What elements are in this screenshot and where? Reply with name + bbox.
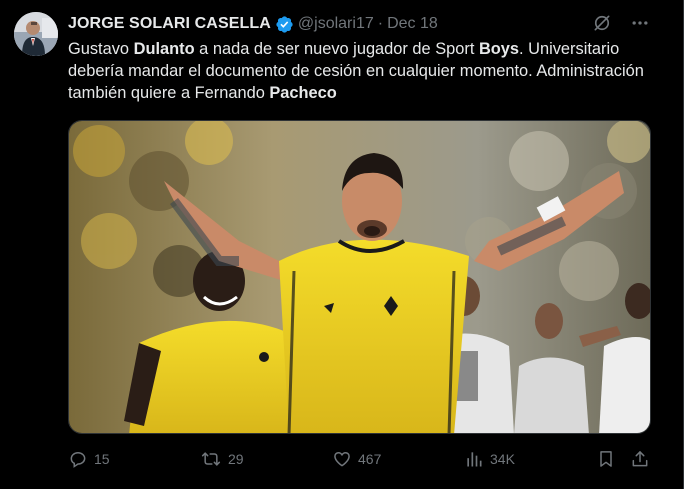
header-actions [591,12,651,34]
repost-count: 29 [228,451,244,467]
grok-icon[interactable] [591,12,613,34]
tweet-text-bold-segment: Boys [478,40,520,58]
tweet-text-segment: Gustavo [68,40,134,58]
tweet-text-bold-segment: Dulanto [133,40,195,58]
like-heart-icon [334,451,350,467]
football-players-photo [69,121,650,433]
bookmark-icon [600,451,612,467]
like-count: 467 [358,451,382,467]
author-handle[interactable]: @jsolari17 [298,15,374,33]
views-chart-icon [467,452,482,467]
tweet-media-image[interactable] [68,120,651,434]
reply-icon [70,451,86,468]
tweet-header: JORGE SOLARI CASELLA @jsolari17 · Dec 18 [68,13,438,35]
tweet-text: Gustavo Dulanto a nada de ser nuevo juga… [68,38,658,104]
avatar-image [14,12,58,56]
tweet-card[interactable]: JORGE SOLARI CASELLA @jsolari17 · Dec 18 [0,0,684,489]
tweet-text-segment: a nada de ser nuevo jugador de Sport [194,40,479,58]
repost-icon [201,452,221,466]
author-name[interactable]: JORGE SOLARI CASELLA [68,15,271,33]
more-options-icon[interactable] [629,12,651,34]
reply-count: 15 [94,451,110,467]
reply-button[interactable]: 15 [68,449,110,469]
tweet-text-bold-segment: Pacheco [269,84,337,102]
separator-dot: · [377,15,384,32]
repost-button[interactable]: 29 [200,449,244,469]
share-button[interactable] [630,449,650,469]
like-button[interactable]: 467 [332,449,381,469]
share-icon [632,451,648,467]
views-count: 34K [490,451,515,467]
tweet-action-bar: 15 29 467 34K [68,449,658,471]
bookmark-button[interactable] [596,449,616,469]
tweet-date[interactable]: Dec 18 [387,15,438,33]
views-button[interactable]: 34K [464,449,515,469]
avatar[interactable] [14,12,58,56]
verified-badge-icon [275,15,294,34]
